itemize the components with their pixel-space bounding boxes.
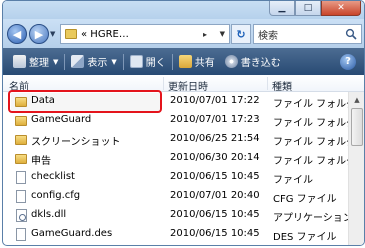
address-dropdown-icon[interactable]: ▼ [220,30,225,38]
share-label: 共有 [194,58,215,69]
toolbar-divider [122,53,124,70]
column-type[interactable]: 種類 [272,78,292,93]
address-bar[interactable]: « HGRE… ▸ ▼ [60,24,230,44]
list-item[interactable]: スクリーンショット 2010/06/25 21:54 ファイル フォルダ [3,130,356,149]
organize-icon [13,55,26,68]
file-type: ファイル フォルダ [273,137,357,148]
vertical-scrollbar[interactable]: ▲ [348,92,364,245]
file-name: GameGuard.des [31,228,113,239]
recent-pages-dropdown[interactable]: ▼ [50,30,55,38]
file-type: ファイル フォルダ [273,156,357,167]
burn-label: 書き込む [240,58,281,69]
scrollbar-thumb[interactable] [351,108,363,146]
file-date: 2010/07/01 17:22 [170,95,260,106]
list-item[interactable]: GameGuard 2010/07/01 17:23 ファイル フォルダ [3,111,356,130]
window-controls: ▁ □ ✕ [269,1,361,16]
file-date: 2010/07/01 20:40 [170,190,260,201]
file-type: ファイル フォルダ [273,99,357,110]
open-icon [129,55,143,68]
forward-button[interactable]: ▶ [29,24,49,44]
chevron-down-icon: ▼ [111,57,117,66]
file-date: 2010/06/30 20:14 [170,152,260,163]
search-icon[interactable] [345,28,357,40]
file-icon [16,190,26,203]
search-input[interactable]: 検索 [253,24,362,44]
toolbar-divider [171,53,173,70]
file-name: checklist [31,171,75,182]
column-date[interactable]: 更新日時 [168,78,208,93]
share-icon [178,55,192,68]
file-date: 2010/07/01 17:23 [170,114,260,125]
explorer-window: ▁ □ ✕ ◀ ▶ ▼ « HGRE… ▸ ▼ ↻ 検索 整理 ▼ 表示 ▼ 開… [2,0,365,246]
toolbar-divider [64,53,66,70]
folder-icon [15,135,27,145]
refresh-icon: ↻ [236,27,246,41]
address-path[interactable]: « HGRE… [81,29,129,40]
column-name[interactable]: 名前 [9,78,29,93]
help-icon[interactable]: ? [340,53,356,70]
file-type: ファイル [273,175,313,186]
file-type: CFG ファイル [273,194,337,205]
file-icon [16,228,26,241]
view-label: 表示 [87,58,108,69]
column-header: 名前 更新日時 種類 [3,75,364,93]
file-name: 申告 [31,156,51,167]
file-icon [16,171,26,184]
file-name: dkls.dll [31,209,67,220]
disc-icon [224,55,238,68]
open-label: 開く [145,58,166,69]
list-item[interactable]: dkls.dll 2010/06/15 10:45 アプリケーション拡 [3,206,363,225]
folder-icon [65,29,77,39]
organize-button[interactable]: 整理 ▼ [9,51,62,73]
column-divider[interactable] [267,77,268,90]
breadcrumb-arrow-icon[interactable]: ▸ [203,30,207,39]
minimize-button[interactable]: ▁ [269,1,295,16]
refresh-button[interactable]: ↻ [231,24,251,44]
share-button[interactable]: 共有 [175,51,219,73]
command-toolbar: 整理 ▼ 表示 ▼ 開く 共有 書き込む ? [3,48,364,75]
list-item[interactable]: config.cfg 2010/07/01 20:40 CFG ファイル [3,187,348,206]
file-name: config.cfg [31,190,81,201]
list-item[interactable]: checklist 2010/06/15 10:45 ファイル [3,168,348,187]
folder-icon [15,154,27,164]
scroll-up-icon[interactable]: ▲ [349,92,364,108]
view-button[interactable]: 表示 ▼ [67,51,120,73]
file-name: GameGuard [31,114,92,125]
list-item[interactable]: 申告 2010/06/30 20:14 ファイル フォルダ [3,149,356,168]
file-name: Data [31,95,55,106]
file-date: 2010/06/15 10:45 [170,209,260,220]
file-date: 2010/06/25 21:54 [170,133,260,144]
file-date: 2010/06/15 10:45 [170,171,260,182]
title-bar: ▁ □ ✕ [3,1,364,19]
file-type: DES ファイル [273,232,337,243]
folder-icon [15,97,27,107]
dll-icon [16,209,27,222]
navigation-bar: ◀ ▶ ▼ « HGRE… ▸ ▼ ↻ 検索 [3,19,364,48]
file-name: スクリーンショット [31,137,121,148]
chevron-down-icon: ▼ [53,57,59,66]
folder-icon [15,116,27,126]
back-button[interactable]: ◀ [7,24,27,44]
file-date: 2010/06/15 10:45 [170,228,260,239]
close-button[interactable]: ✕ [321,1,361,16]
open-button[interactable]: 開く [126,51,170,73]
list-item[interactable]: GameGuard.des 2010/06/15 10:45 DES ファイル [3,225,348,244]
file-type: ファイル フォルダ [273,118,357,129]
burn-button[interactable]: 書き込む [221,51,285,73]
organize-label: 整理 [29,58,49,69]
maximize-button[interactable]: □ [295,1,321,16]
search-placeholder: 検索 [258,30,278,42]
list-item[interactable]: Data 2010/07/01 17:22 ファイル フォルダ [3,92,356,111]
file-list: Data 2010/07/01 17:22 ファイル フォルダ GameGuar… [3,92,363,245]
column-divider[interactable] [163,77,164,90]
view-icon [71,55,85,68]
